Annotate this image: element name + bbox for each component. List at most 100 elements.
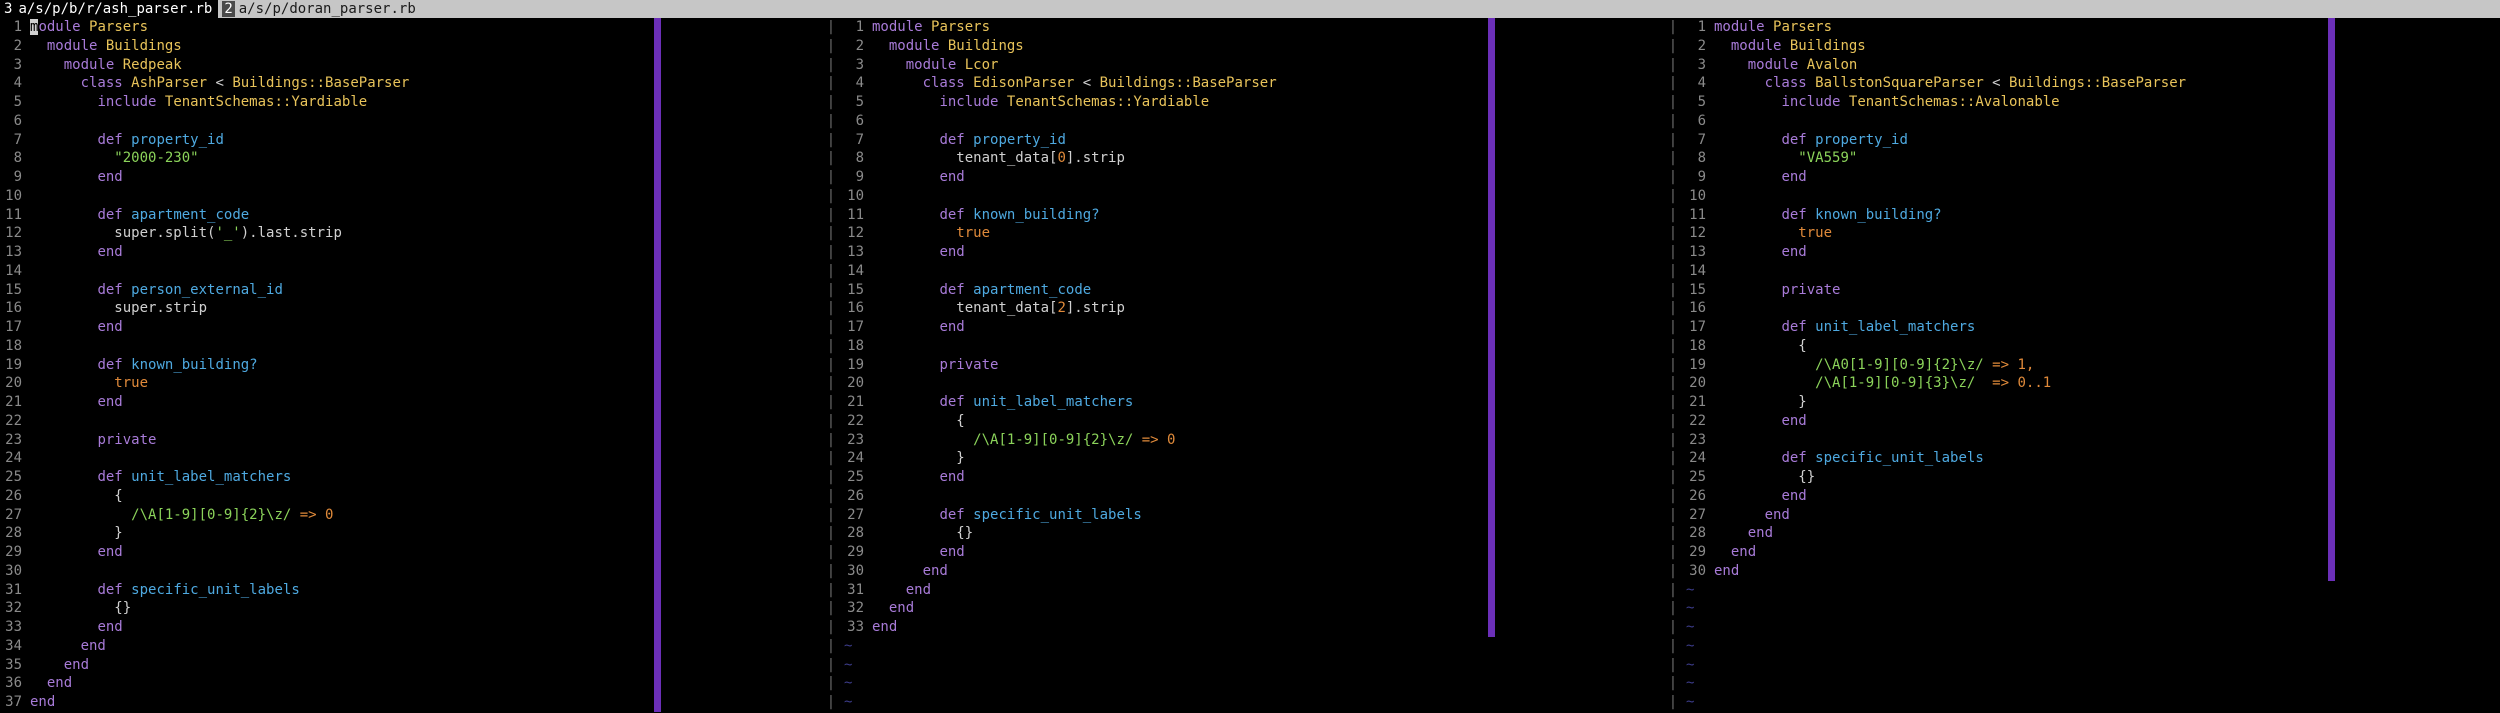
code-line[interactable]: 12 super.split('_').last.strip [0,224,826,243]
code-line[interactable]: 28 {} [842,524,1668,543]
code-line[interactable]: 2 module Buildings [0,37,826,56]
code-line[interactable]: 32 end [842,599,1668,618]
code-line[interactable]: 24 } [842,449,1668,468]
code-line[interactable]: 24 def specific_unit_labels [1684,449,2500,468]
code-line[interactable]: 30 end [1684,562,2500,581]
code-line[interactable]: 11 def known_building? [1684,206,2500,225]
code-line[interactable]: 23 [1684,431,2500,450]
code-line[interactable]: 13 end [842,243,1668,262]
code-line[interactable]: 35 end [0,656,826,675]
code-line[interactable]: 2 module Buildings [1684,37,2500,56]
code-line[interactable]: 14 [0,262,826,281]
code-line[interactable]: 4 class AshParser < Buildings::BaseParse… [0,74,826,93]
code-line[interactable]: 15 private [1684,281,2500,300]
code-line[interactable]: 29 end [842,543,1668,562]
code-line[interactable]: 34 end [0,637,826,656]
code-line[interactable]: 31 def specific_unit_labels [0,581,826,600]
code-line[interactable]: 22 { [842,412,1668,431]
code-line[interactable]: 27 /\A[1-9][0-9]{2}\z/ => 0 [0,506,826,525]
code-line[interactable]: 21 end [0,393,826,412]
code-line[interactable]: 21 } [1684,393,2500,412]
code-line[interactable]: 1 module Parsers [1684,18,2500,37]
code-line[interactable]: 19 private [842,356,1668,375]
code-line[interactable]: 8 "2000-230" [0,149,826,168]
code-line[interactable]: 4 class EdisonParser < Buildings::BasePa… [842,74,1668,93]
code-line[interactable]: 18 { [1684,337,2500,356]
code-line[interactable]: 26 [842,487,1668,506]
code-line[interactable]: 13 end [0,243,826,262]
code-line[interactable]: 18 [0,337,826,356]
code-line[interactable]: 30 end [842,562,1668,581]
code-line[interactable]: 9 end [0,168,826,187]
code-line[interactable]: 24 [0,449,826,468]
code-line[interactable]: 19 /\A0[1-9][0-9]{2}\z/ => 1, [1684,356,2500,375]
code-line[interactable]: 6 [842,112,1668,131]
editor-pane-edison-parser[interactable]: 1 module Parsers 2 module Buildings 3 modul… [842,18,1668,713]
code-line[interactable]: 33 end [0,618,826,637]
code-line[interactable]: 25 def unit_label_matchers [0,468,826,487]
code-line[interactable]: 9 end [1684,168,2500,187]
code-line[interactable]: 11 def known_building? [842,206,1668,225]
code-line[interactable]: 16 tenant_data[2].strip [842,299,1668,318]
code-line[interactable]: 10 [1684,187,2500,206]
code-line[interactable]: 23 private [0,431,826,450]
code-line[interactable]: 19 def known_building? [0,356,826,375]
code-line[interactable]: 25 end [842,468,1668,487]
code-line[interactable]: 6 [1684,112,2500,131]
code-line[interactable]: 15 def person_external_id [0,281,826,300]
code-line[interactable]: 14 [1684,262,2500,281]
code-line[interactable]: 3 module Redpeak [0,56,826,75]
tab-doran-parser[interactable]: 2 a/s/p/doran_parser.rb [218,0,422,18]
code-line[interactable]: 14 [842,262,1668,281]
code-line[interactable]: 1 module Parsers [842,18,1668,37]
code-line[interactable]: 25 {} [1684,468,2500,487]
code-line[interactable]: 9 end [842,168,1668,187]
code-line[interactable]: 21 def unit_label_matchers [842,393,1668,412]
code-line[interactable]: 26 end [1684,487,2500,506]
code-line[interactable]: 3 module Lcor [842,56,1668,75]
code-line[interactable]: 16 [1684,299,2500,318]
editor-pane-ash-parser[interactable]: 1 module Parsers 2 module Buildings 3 modul… [0,18,826,713]
code-line[interactable]: 29 end [1684,543,2500,562]
code-line[interactable]: 28 end [1684,524,2500,543]
code-line[interactable]: 10 [842,187,1668,206]
code-line[interactable]: 8 tenant_data[0].strip [842,149,1668,168]
editor-pane-ballston-square-parser[interactable]: 1 module Parsers 2 module Buildings 3 modul… [1684,18,2500,713]
code-line[interactable]: 16 super.strip [0,299,826,318]
code-line[interactable]: 22 [0,412,826,431]
code-line[interactable]: 12 true [842,224,1668,243]
code-line[interactable]: 31 end [842,581,1668,600]
code-line[interactable]: 28 } [0,524,826,543]
code-line[interactable]: 8 "VA559" [1684,149,2500,168]
code-line[interactable]: 13 end [1684,243,2500,262]
code-line[interactable]: 17 def unit_label_matchers [1684,318,2500,337]
code-line[interactable]: 12 true [1684,224,2500,243]
code-line[interactable]: 4 class BallstonSquareParser < Buildings… [1684,74,2500,93]
code-line[interactable]: 29 end [0,543,826,562]
code-line[interactable]: 36 end [0,674,826,693]
tab-ash-parser[interactable]: 3 a/s/p/b/r/ash_parser.rb [0,0,219,18]
code-line[interactable]: 23 /\A[1-9][0-9]{2}\z/ => 0 [842,431,1668,450]
code-line[interactable]: 37 end [0,693,826,712]
code-line[interactable]: 27 end [1684,506,2500,525]
code-line[interactable]: 33 end [842,618,1668,637]
code-line[interactable]: 2 module Buildings [842,37,1668,56]
vertical-split-separator[interactable]: | | | | | | | | | | | | | | | | | | | | | | | | | | | | | | | | | | | | | [1668,18,1678,713]
code-line[interactable]: 17 end [0,318,826,337]
code-line[interactable]: 27 def specific_unit_labels [842,506,1668,525]
code-line[interactable]: 15 def apartment_code [842,281,1668,300]
code-line[interactable]: 20 true [0,374,826,393]
code-line[interactable]: 10 [0,187,826,206]
code-line[interactable]: 5 include TenantSchemas::Yardiable [842,93,1668,112]
code-line[interactable]: 22 end [1684,412,2500,431]
code-line[interactable]: 5 include TenantSchemas::Avalonable [1684,93,2500,112]
code-line[interactable]: 30 [0,562,826,581]
code-line[interactable]: 7 def property_id [1684,131,2500,150]
code-line[interactable]: 5 include TenantSchemas::Yardiable [0,93,826,112]
code-line[interactable]: 32 {} [0,599,826,618]
code-line[interactable]: 3 module Avalon [1684,56,2500,75]
code-line[interactable]: 7 def property_id [0,131,826,150]
code-line[interactable]: 18 [842,337,1668,356]
code-line[interactable]: 7 def property_id [842,131,1668,150]
code-line[interactable]: 1 module Parsers [0,18,826,37]
